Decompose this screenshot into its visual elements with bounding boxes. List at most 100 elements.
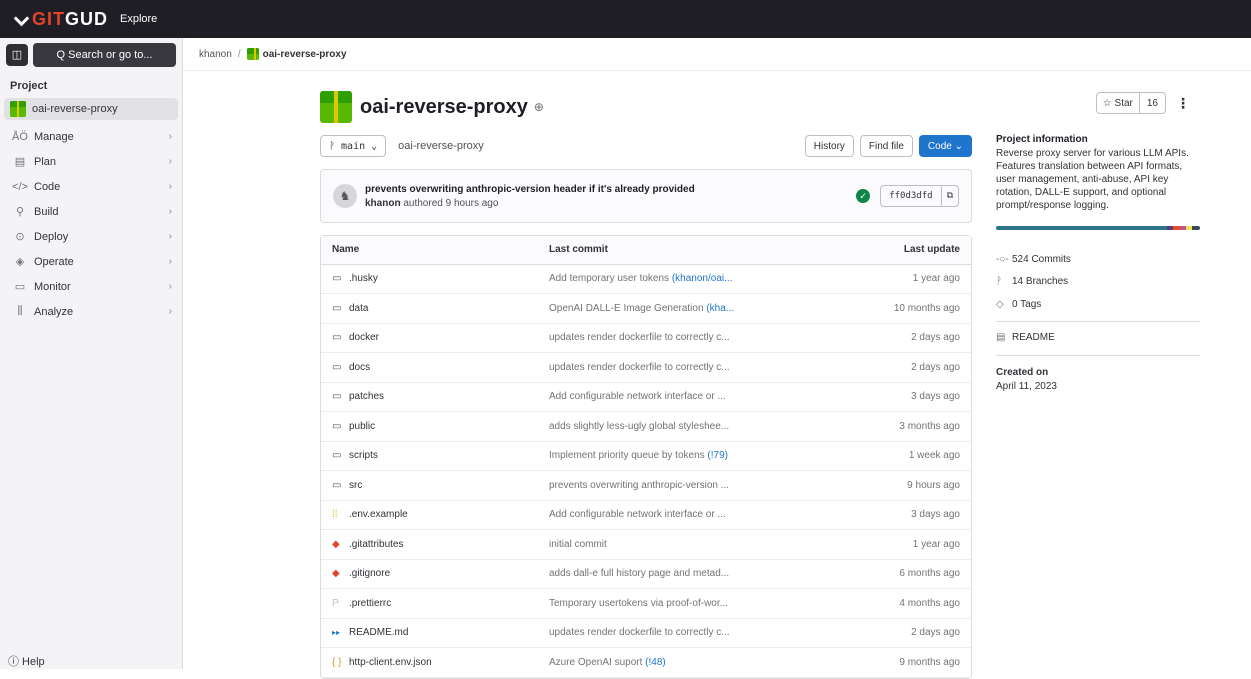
commit-ref-link[interactable]: (!48) (645, 657, 666, 668)
file-name-cell[interactable]: P .prettierrc (321, 588, 538, 619)
sidebar-item-plan[interactable]: ▤ Plan › (0, 149, 182, 174)
sidebar-item-code[interactable]: </> Code › (0, 174, 182, 199)
last-update-cell: 2 days ago (788, 352, 971, 383)
file-name-cell[interactable]: ◆ .gitattributes (321, 529, 538, 560)
commit-message-cell[interactable]: Add configurable network interface or ..… (538, 382, 788, 412)
rocket-icon: ⚲ (15, 206, 25, 218)
breadcrumb-separator: / (237, 48, 241, 60)
folder-icon: ▭ (332, 332, 342, 344)
commit-message: adds dall-e full history page and metad.… (549, 568, 730, 580)
commit-message-cell[interactable]: updates render dockerfile to correctly c… (538, 618, 788, 648)
star-count[interactable]: 16 (1138, 93, 1165, 113)
last-update-cell: 2 days ago (788, 618, 971, 648)
commits-link[interactable]: -○- 524 Commits (996, 248, 1200, 271)
chevron-right-icon: › (168, 306, 172, 317)
file-name: http-client.env.json (349, 656, 432, 668)
file-name-cell[interactable]: ▭ docker (321, 323, 538, 353)
commit-message-cell[interactable]: updates render dockerfile to correctly c… (538, 323, 788, 353)
commit-ref-link[interactable]: (kha... (706, 303, 734, 314)
commit-message-cell[interactable]: prevents overwriting anthropic-version .… (538, 470, 788, 501)
logo-icon (16, 11, 26, 27)
table-row: ▭ src prevents overwriting anthropic-versi… (321, 470, 971, 501)
last-update-cell: 10 months ago (788, 293, 971, 324)
file-name-cell[interactable]: ◆ .gitignore (321, 559, 538, 589)
sidebar: ◫ Q Search or go to... Project oai-rever… (0, 38, 183, 669)
commit-message-cell[interactable]: OpenAI DALL-E Image Generation (kha... (538, 293, 788, 324)
git-file-icon: ◆ (332, 538, 340, 550)
commit-message-cell[interactable]: updates render dockerfile to correctly c… (538, 352, 788, 383)
column-header-last-update: Last update (788, 236, 971, 265)
project-info-panel: ☆ Star 16 ⋮ Project information Reverse … (996, 71, 1200, 392)
commit-message-cell[interactable]: Add configurable network interface or ..… (538, 500, 788, 530)
file-name-cell[interactable]: ▭ src (321, 470, 538, 501)
pipeline-passed-icon[interactable]: ✓ (856, 189, 871, 203)
sidebar-item-build[interactable]: ⚲ Build › (0, 199, 182, 224)
branch-name: main (341, 140, 366, 152)
file-name: scripts (349, 450, 378, 462)
commit-ref-link[interactable]: (!79) (707, 450, 728, 461)
commit-message-cell[interactable]: Azure OpenAI suport (!48) (538, 647, 788, 678)
branches-link[interactable]: ᚹ 14 Branches (996, 271, 1200, 294)
sidebar-item-manage[interactable]: ÅÖ Manage › (0, 124, 182, 149)
table-row: ▸▸ README.md updates render dockerfile to … (321, 618, 971, 648)
star-button[interactable]: ☆ Star 16 (1095, 92, 1166, 114)
copy-sha-icon[interactable]: ⧉ (940, 186, 958, 206)
tags-link[interactable]: ◇ 0 Tags (996, 293, 1200, 316)
sidebar-project-link[interactable]: oai-reverse-proxy (4, 98, 178, 120)
sidebar-item-deploy[interactable]: ⊙ Deploy › (0, 224, 182, 249)
file-name-cell[interactable]: ▭ data (321, 293, 538, 324)
sidebar-item-operate[interactable]: ◈ Operate › (0, 249, 182, 274)
file-name-cell[interactable]: ▭ patches (321, 382, 538, 412)
repo-path[interactable]: oai-reverse-proxy (398, 140, 805, 152)
branch-icon: ᚹ (996, 276, 1002, 288)
column-header-last-commit: Last commit (538, 236, 788, 265)
commit-message-cell[interactable]: Temporary usertokens via proof-of-wor... (538, 588, 788, 619)
commit-message-cell[interactable]: Implement priority queue by tokens (!79) (538, 441, 788, 471)
breadcrumb-project[interactable]: oai-reverse-proxy (246, 48, 347, 60)
explore-link[interactable]: Explore (120, 13, 157, 25)
sidebar-item-analyze[interactable]: ⫼ Analyze › (0, 299, 182, 324)
commit-author-avatar[interactable]: ♞ (333, 184, 357, 208)
json-file-icon: { } (332, 656, 342, 668)
code-dropdown-button[interactable]: Code ⌄ (918, 135, 972, 157)
page-title: oai-reverse-proxy (360, 95, 528, 118)
more-actions-icon[interactable]: ⋮ (1176, 95, 1190, 112)
history-button[interactable]: History (804, 135, 854, 157)
sidebar-toggle-button[interactable]: ◫ (6, 43, 28, 66)
commit-message-cell[interactable]: Add temporary user tokens (khanon/oai... (538, 264, 788, 294)
chevron-right-icon: › (168, 281, 172, 292)
file-name-cell[interactable]: ▭ .husky (321, 264, 538, 294)
file-name: data (349, 302, 369, 314)
breadcrumb-owner[interactable]: khanon (199, 49, 232, 60)
file-name-cell[interactable]: ⁞⁞ .env.example (321, 500, 538, 530)
gitgud-logo[interactable]: GIT GUD (16, 9, 108, 30)
sidebar-item-monitor[interactable]: ▭ Monitor › (0, 274, 182, 299)
file-name-cell[interactable]: { } http-client.env.json (321, 647, 538, 678)
breadcrumb: khanon / oai-reverse-proxy (183, 38, 1251, 71)
project-avatar (246, 48, 259, 60)
commit-message-cell[interactable]: adds slightly less-ugly global styleshee… (538, 411, 788, 442)
commit-ref-link[interactable]: (khanon/oai... (672, 273, 733, 284)
branch-selector[interactable]: ᚹ main ⌄ (320, 135, 387, 157)
commit-message: updates render dockerfile to correctly c… (549, 332, 730, 344)
file-name-cell[interactable]: ▸▸ README.md (321, 618, 538, 648)
commit-sha[interactable]: ff0d3dfd (881, 191, 940, 201)
chevron-right-icon: › (168, 156, 172, 167)
commit-message-cell[interactable]: initial commit (538, 529, 788, 560)
commit-title[interactable]: prevents overwriting anthropic-version h… (365, 184, 856, 195)
table-row: ◆ .gitignore adds dall-e full history page… (321, 559, 971, 589)
project-info-title: Project information (996, 134, 1088, 145)
find-file-button[interactable]: Find file (859, 135, 913, 157)
env-file-icon: ⁞⁞ (332, 509, 338, 521)
language-bar[interactable] (996, 226, 1200, 230)
search-button[interactable]: Q Search or go to... (33, 42, 176, 67)
help-button[interactable]: ⓘ Help (8, 653, 45, 669)
table-row: ▭ public adds slightly less-ugly global st… (321, 411, 971, 442)
file-name-cell[interactable]: ▭ scripts (321, 441, 538, 471)
readme-link[interactable]: ▤ README (996, 327, 1200, 350)
file-name-cell[interactable]: ▭ public (321, 411, 538, 442)
folder-icon: ▭ (332, 391, 342, 403)
commit-message-cell[interactable]: adds dall-e full history page and metad.… (538, 559, 788, 589)
file-name-cell[interactable]: ▭ docs (321, 352, 538, 383)
commit-author[interactable]: khanon (365, 198, 401, 209)
